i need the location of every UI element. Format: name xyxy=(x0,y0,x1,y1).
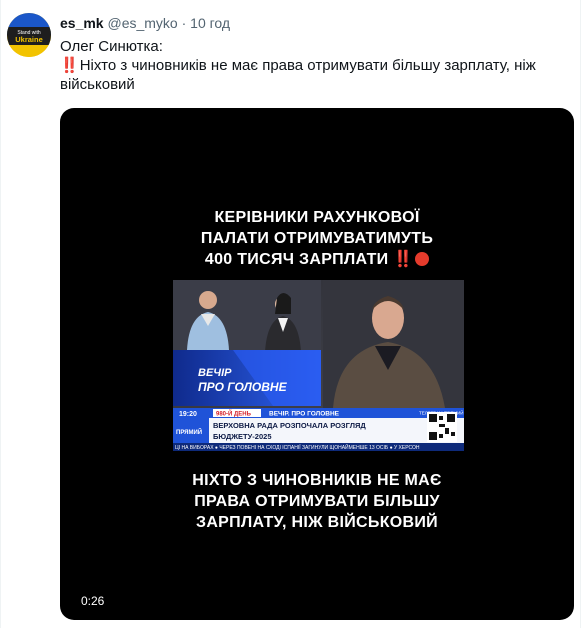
timestamp[interactable]: 10 год xyxy=(190,15,230,31)
avatar[interactable]: Stand with Ukraine xyxy=(7,13,51,57)
lower-third-line-1: ВЕРХОВНА РАДА РОЗПОЧАЛА РОЗГЛЯД xyxy=(213,421,366,430)
angry-face-icon xyxy=(415,252,430,266)
tweet-text: Олег Синютка: ‼️ Ніхто з чиновників не ма… xyxy=(60,37,560,94)
tweet-line-2: ‼️ Ніхто з чиновників не має права отриму… xyxy=(60,56,560,94)
headline-bottom-line-1: НІХТО З ЧИНОВНИКІВ НЕ МАЄ xyxy=(192,472,442,489)
avatar-text-2: Ukraine xyxy=(15,35,43,44)
video-headline-bottom: НІХТО З ЧИНОВНИКІВ НЕ МАЄ ПРАВА ОТРИМУВА… xyxy=(60,470,574,533)
headline-bottom-line-2: ПРАВА ОТРИМУВАТИ БІЛЬШУ xyxy=(194,493,440,510)
tweet-line-2-text: Ніхто з чиновників не має права отримува… xyxy=(60,57,536,93)
show-title-1: ВЕЧІР xyxy=(198,367,232,379)
double-exclamation-icon: ‼️ xyxy=(393,251,413,268)
ticker: ЦІ НА ВИБОРАХ ● ЧЕРЕЗ ПОВЕНІ НА СХОДІ ІС… xyxy=(175,443,420,451)
double-exclamation-icon: ‼️ xyxy=(60,57,79,74)
program-label: ВЕЧІР. ПРО ГОЛОВНЕ xyxy=(269,411,340,418)
headline-top-line-1: КЕРІВНИКИ РАХУНКОВОЇ xyxy=(214,209,420,226)
display-name[interactable]: es_mk xyxy=(60,15,104,31)
video-player[interactable]: КЕРІВНИКИ РАХУНКОВОЇ ПАЛАТИ ОТРИМУВАТИМУ… xyxy=(60,108,574,620)
show-title-2: ПРО ГОЛОВНЕ xyxy=(198,380,288,394)
headline-top-line-2: ПАЛАТИ ОТРИМУВАТИМУТЬ xyxy=(200,230,434,247)
video-duration: 0:26 xyxy=(81,594,105,608)
live-label: ПРЯМИЙ xyxy=(176,428,202,436)
tweet-card[interactable]: Stand with Ukraine es_mk @es_myko · 10 г… xyxy=(0,0,581,628)
video-frame: ВЕЧІР ПРО ГОЛОВНЕ 19:20 980-Й ДЕНЬ ВЕЧІР… xyxy=(173,280,464,451)
separator: · xyxy=(181,15,187,31)
tweet-header: es_mk @es_myko · 10 год xyxy=(60,14,230,32)
headline-top-line-3: 400 ТИСЯЧ ЗАРПЛАТИ ‼️ xyxy=(60,249,574,270)
video-headline-top: КЕРІВНИКИ РАХУНКОВОЇ ПАЛАТИ ОТРИМУВАТИМУ… xyxy=(60,207,574,270)
clock: 19:20 xyxy=(179,411,197,418)
tweet-line-1: Олег Синютка: xyxy=(60,38,163,55)
handle[interactable]: @es_myko xyxy=(107,15,177,31)
day-label: 980-Й ДЕНЬ xyxy=(216,410,252,418)
lower-third-line-2: БЮДЖЕТУ-2025 xyxy=(213,432,272,441)
qr-code-icon xyxy=(427,412,457,442)
headline-bottom-line-3: ЗАРПЛАТУ, НІЖ ВІЙСЬКОВИЙ xyxy=(196,514,438,531)
